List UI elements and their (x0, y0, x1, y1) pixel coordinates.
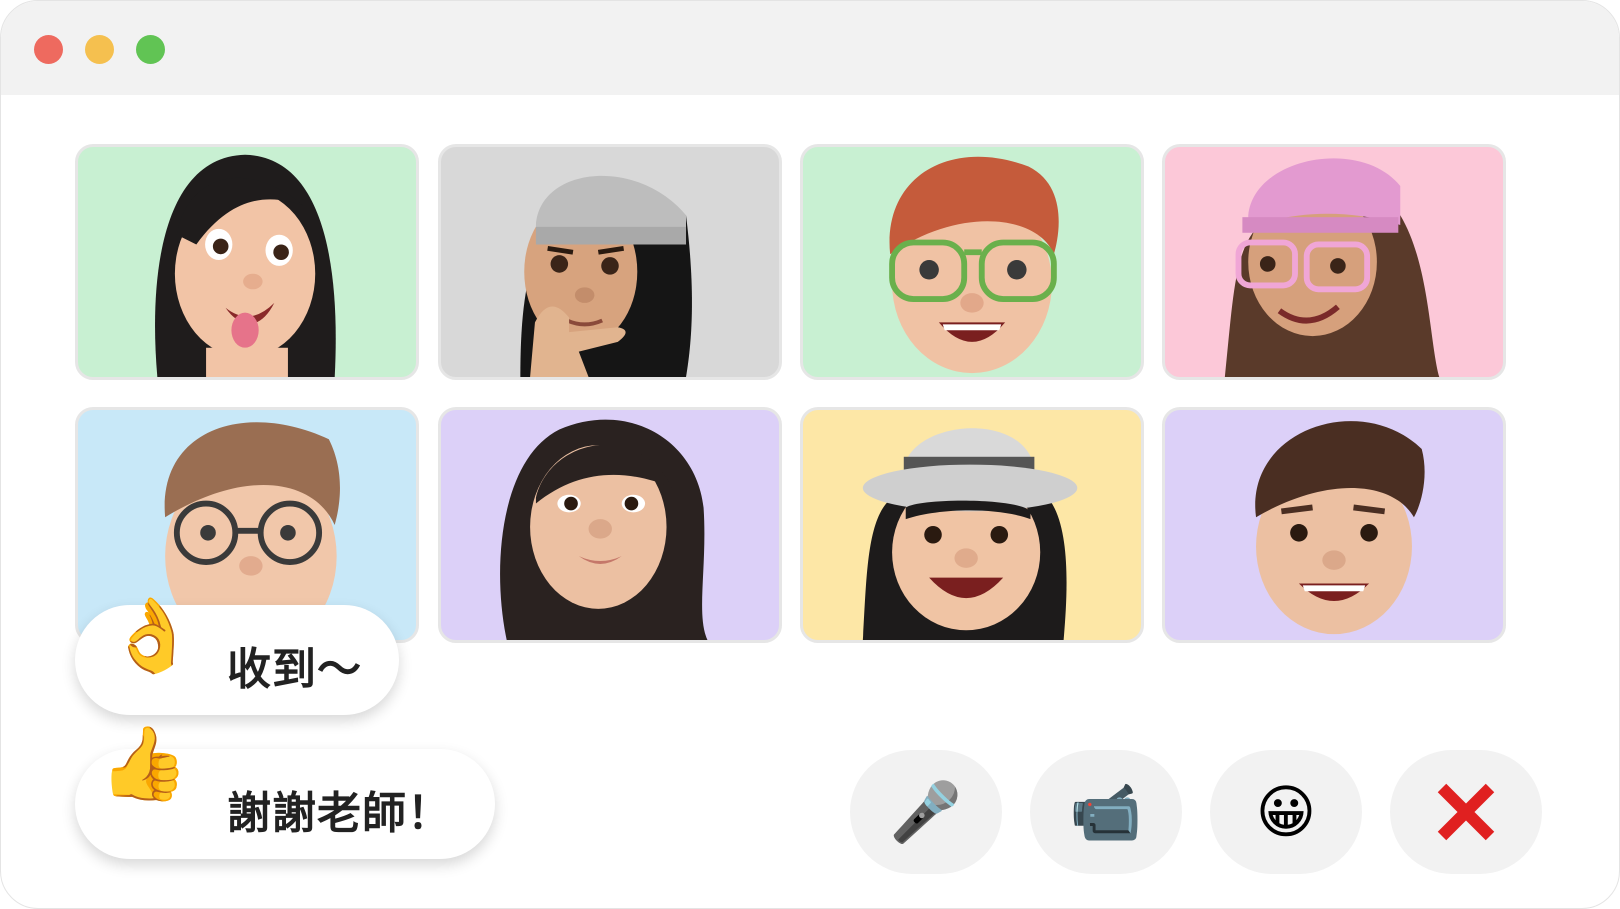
leave-call-button[interactable] (1390, 750, 1542, 874)
video-call-window: 👌 收到～ 👍 謝謝老師！ 🎤 📹 😀 (0, 0, 1620, 909)
memoji-boy-smiling-icon (1255, 421, 1425, 635)
camera-button[interactable]: 📹 (1030, 750, 1182, 874)
participant-tile-6[interactable] (438, 407, 782, 643)
thumbs-up-icon: 👍 (99, 721, 189, 805)
memoji-girl-tongue-out-icon (155, 154, 336, 377)
reactions-button[interactable]: 😀 (1210, 750, 1362, 874)
memoji-girl-hat-icon (862, 428, 1078, 640)
ok-hand-icon: 👌 (107, 593, 197, 677)
participant-tile-8[interactable] (1162, 407, 1506, 643)
memoji-woman-long-hair-icon (500, 419, 708, 640)
participant-tile-3[interactable] (800, 144, 1144, 380)
participant-tile-1[interactable] (75, 144, 419, 380)
participant-tile-4[interactable] (1162, 144, 1506, 380)
chat-message-text: 謝謝老師！ (227, 788, 452, 839)
title-bar (1, 1, 1619, 95)
chat-bubble-received: 👌 收到～ (75, 599, 399, 715)
close-window-button[interactable] (34, 35, 63, 64)
memoji-redhead-green-glasses-icon (889, 156, 1059, 374)
microphone-button[interactable]: 🎤 (850, 750, 1002, 874)
memoji-pink-beanie-glasses-icon (1224, 158, 1440, 377)
chat-bubble-thanks: 👍 謝謝老師！ (75, 727, 495, 859)
participant-tile-2[interactable] (438, 144, 782, 380)
memoji-thinking-beanie-icon (520, 175, 692, 377)
close-icon (1437, 783, 1495, 841)
microphone-icon: 🎤 (889, 777, 963, 846)
chat-message-text: 收到～ (227, 644, 362, 695)
zoom-window-button[interactable] (136, 35, 165, 64)
participant-tile-7[interactable] (800, 407, 1144, 643)
minimize-window-button[interactable] (85, 35, 114, 64)
grinning-face-icon: 😀 (1255, 778, 1317, 846)
video-camera-icon: 📹 (1069, 777, 1143, 846)
